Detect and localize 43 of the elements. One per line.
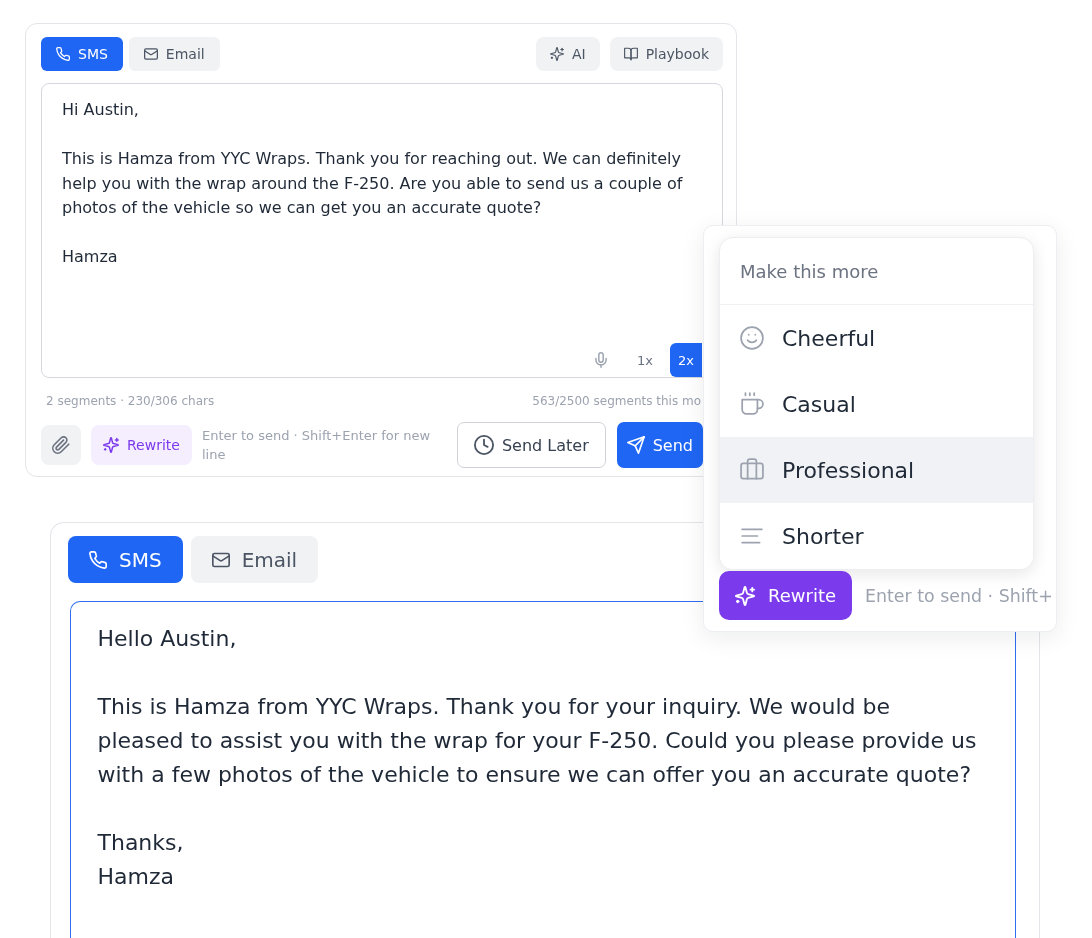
sparkles-icon bbox=[103, 437, 119, 453]
message-text: Hi Austin, bbox=[62, 99, 140, 121]
channel-tab[interactable]: SMS bbox=[68, 536, 183, 583]
book-icon bbox=[623, 47, 638, 61]
channel-tab[interactable]: Email bbox=[128, 37, 220, 71]
attach-button[interactable] bbox=[41, 425, 81, 465]
paperclip-icon bbox=[52, 436, 70, 454]
menu-title: Make this more bbox=[740, 260, 879, 282]
ai-button[interactable]: AI bbox=[535, 37, 600, 71]
menu-item[interactable]: Professional bbox=[720, 437, 1033, 503]
rewrite-button[interactable]: Rewrite bbox=[719, 571, 853, 620]
message-text: This is Hamza from YYC Wraps. Thank you for reaching out. We can definitely help you with the wrap around the F-250. Are you able to send us a couple of photos of the vehicle so we can get you an accurate quote? bbox=[62, 148, 684, 219]
mail-icon bbox=[211, 550, 230, 569]
sparkles-icon bbox=[735, 585, 755, 606]
send-hint: Enter to send · Shift+Enter for new line bbox=[201, 427, 432, 464]
channel-tab[interactable]: SMS bbox=[41, 37, 123, 71]
rewrite-button[interactable]: Rewrite bbox=[91, 425, 192, 465]
phone-icon bbox=[56, 47, 70, 61]
send-button[interactable]: Send bbox=[616, 422, 703, 468]
clock-icon bbox=[473, 435, 494, 455]
playbook-button[interactable]: Playbook bbox=[609, 37, 723, 71]
mail-icon bbox=[143, 47, 158, 61]
message-text: This is Hamza from YYC Wraps. Thank you for your inquiry. We would be pleased to assist you with the wrap for your F-250. Could you please provide us with a few photos of the vehicle to ensure we can offer you an accurate quote? bbox=[97, 692, 978, 789]
sparkles-icon bbox=[549, 47, 564, 61]
smiley-icon bbox=[740, 326, 764, 350]
message-text: Thanks, Hamza bbox=[97, 828, 185, 891]
send-hint: Enter to send · Shift+ bbox=[865, 585, 1053, 606]
message-field[interactable] bbox=[70, 601, 1016, 938]
menu-item[interactable]: Casual bbox=[720, 371, 1033, 437]
usage-count: 563/2500 segments this mo bbox=[532, 393, 701, 409]
segment-count: 2 segments · 230/306 chars bbox=[46, 393, 215, 409]
menu-item[interactable]: Shorter bbox=[720, 503, 1033, 569]
channel-tab[interactable]: Email bbox=[190, 536, 319, 583]
send-later-button[interactable]: Send Later bbox=[456, 422, 606, 468]
message-text: Hamza bbox=[62, 246, 119, 268]
paper-plane-icon bbox=[626, 436, 645, 454]
cup-icon bbox=[740, 392, 764, 416]
briefcase-icon bbox=[740, 458, 764, 482]
phone-icon bbox=[89, 550, 107, 569]
speed-button[interactable]: 1x bbox=[629, 343, 662, 377]
menu-item[interactable]: Cheerful bbox=[720, 305, 1033, 371]
message-text: Hello Austin, bbox=[97, 624, 238, 653]
speed-button[interactable]: 2x bbox=[670, 343, 702, 377]
